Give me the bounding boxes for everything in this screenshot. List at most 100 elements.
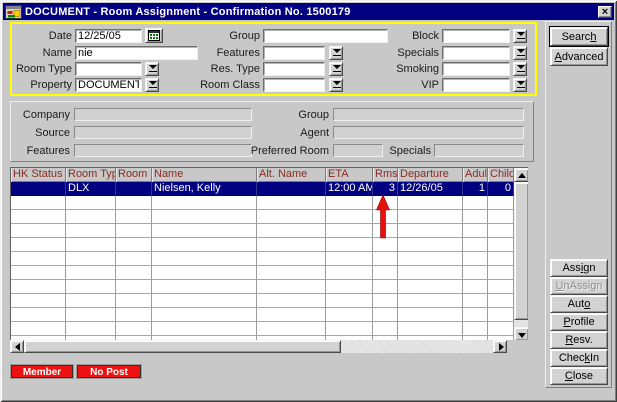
property-dropdown-button[interactable] xyxy=(145,78,159,92)
table-row-empty xyxy=(11,266,528,280)
specials-dropdown-button[interactable] xyxy=(513,46,527,60)
block-dropdown-button[interactable] xyxy=(513,29,527,43)
empty-cell xyxy=(488,322,514,336)
empty-cell xyxy=(488,294,514,308)
res-type-field[interactable] xyxy=(263,62,325,76)
empty-cell xyxy=(257,308,326,322)
empty-cell xyxy=(152,266,257,280)
scroll-down-button[interactable] xyxy=(514,327,528,340)
vip-field[interactable] xyxy=(442,78,510,92)
empty-cell xyxy=(326,322,373,336)
empty-cell xyxy=(11,238,66,252)
calendar-button[interactable] xyxy=(145,28,163,43)
date-field[interactable] xyxy=(75,29,142,43)
table-empty-rows xyxy=(11,196,528,340)
side-button-panel: Search Advanced Assign UnAssign Auto Pro… xyxy=(545,21,612,388)
empty-cell xyxy=(116,238,152,252)
empty-cell xyxy=(463,252,488,266)
empty-cell xyxy=(373,280,398,294)
empty-cell xyxy=(116,322,152,336)
specials-field[interactable] xyxy=(442,46,510,60)
empty-cell xyxy=(11,196,66,210)
empty-cell xyxy=(152,308,257,322)
scroll-up-button[interactable] xyxy=(514,168,528,182)
empty-cell xyxy=(152,210,257,224)
table-header-row: HK Status Room Type Room Name Alt. Name … xyxy=(11,168,528,182)
calendar-icon xyxy=(148,30,160,41)
name-field[interactable] xyxy=(75,46,198,60)
empty-cell xyxy=(398,308,463,322)
empty-cell xyxy=(326,280,373,294)
empty-cell xyxy=(398,252,463,266)
close-icon[interactable]: × xyxy=(598,6,612,18)
empty-cell xyxy=(257,266,326,280)
vip-dropdown-button[interactable] xyxy=(513,78,527,92)
empty-cell xyxy=(373,308,398,322)
column-header-adult: Adult xyxy=(463,168,488,182)
cell-departure: 12/26/05 xyxy=(398,182,463,196)
scroll-left-button[interactable] xyxy=(10,340,24,353)
empty-cell xyxy=(152,322,257,336)
table-row-selected[interactable]: DLX Nielsen, Kelly 12:00 AM 3 12/26/05 1… xyxy=(11,182,528,196)
vertical-scroll-track[interactable] xyxy=(514,320,528,327)
room-class-dropdown-button[interactable] xyxy=(329,78,343,92)
group-info-label: Group xyxy=(271,108,329,122)
vertical-scrollbar[interactable] xyxy=(514,168,528,340)
vertical-scroll-thumb[interactable] xyxy=(514,182,528,320)
block-field[interactable] xyxy=(442,29,510,43)
empty-cell xyxy=(488,224,514,238)
smoking-field[interactable] xyxy=(442,62,510,76)
room-type-label: Room Type xyxy=(14,62,72,76)
assign-button[interactable]: Assign xyxy=(550,259,608,277)
empty-cell xyxy=(463,224,488,238)
empty-cell xyxy=(66,196,116,210)
empty-cell xyxy=(66,280,116,294)
profile-button[interactable]: Profile xyxy=(550,313,608,331)
horizontal-scroll-thumb[interactable] xyxy=(24,340,341,353)
reservation-info-panel: Company Source Features Group Agent Pref… xyxy=(10,101,534,162)
dropdown-arrow-icon xyxy=(517,65,524,73)
arrow-down-icon xyxy=(518,333,526,338)
empty-cell xyxy=(116,224,152,238)
smoking-dropdown-button[interactable] xyxy=(513,62,527,76)
specials-label: Specials xyxy=(364,46,439,60)
auto-button[interactable]: Auto xyxy=(550,295,608,313)
features-dropdown-button[interactable] xyxy=(329,46,343,60)
empty-cell xyxy=(326,224,373,238)
column-header-child: Child xyxy=(488,168,514,182)
empty-cell xyxy=(116,266,152,280)
search-button[interactable]: Search xyxy=(550,27,608,46)
room-type-dropdown-button[interactable] xyxy=(145,62,159,76)
room-type-field[interactable] xyxy=(75,62,142,76)
advanced-button[interactable]: Advanced xyxy=(550,47,608,66)
horizontal-scroll-track[interactable] xyxy=(341,340,493,353)
empty-cell xyxy=(488,308,514,322)
property-field[interactable] xyxy=(75,78,142,92)
table-row-empty xyxy=(11,224,528,238)
column-header-eta: ETA xyxy=(326,168,373,182)
room-class-label: Room Class xyxy=(192,78,260,92)
resv-button[interactable]: Resv. xyxy=(550,331,608,349)
search-criteria-panel: Date Name Room Type Property Group Featu… xyxy=(10,22,537,96)
empty-cell xyxy=(326,196,373,210)
room-assignment-table: HK Status Room Type Room Name Alt. Name … xyxy=(10,167,528,340)
close-button[interactable]: Close xyxy=(550,367,608,385)
empty-cell xyxy=(11,280,66,294)
empty-cell xyxy=(11,322,66,336)
check-in-button[interactable]: Check In xyxy=(550,349,608,367)
scroll-right-button[interactable] xyxy=(493,340,507,353)
res-type-dropdown-button[interactable] xyxy=(329,62,343,76)
dropdown-arrow-icon xyxy=(149,65,156,73)
dropdown-arrow-icon xyxy=(517,81,524,89)
table-row-empty xyxy=(11,294,528,308)
features-field[interactable] xyxy=(263,46,325,60)
column-header-alt-name: Alt. Name xyxy=(257,168,326,182)
horizontal-scrollbar[interactable] xyxy=(10,340,507,353)
empty-cell xyxy=(257,252,326,266)
room-class-field[interactable] xyxy=(263,78,325,92)
cell-hk-status xyxy=(11,182,66,196)
date-label: Date xyxy=(14,29,72,43)
column-header-room: Room xyxy=(116,168,152,182)
column-header-name: Name xyxy=(152,168,257,182)
empty-cell xyxy=(11,266,66,280)
